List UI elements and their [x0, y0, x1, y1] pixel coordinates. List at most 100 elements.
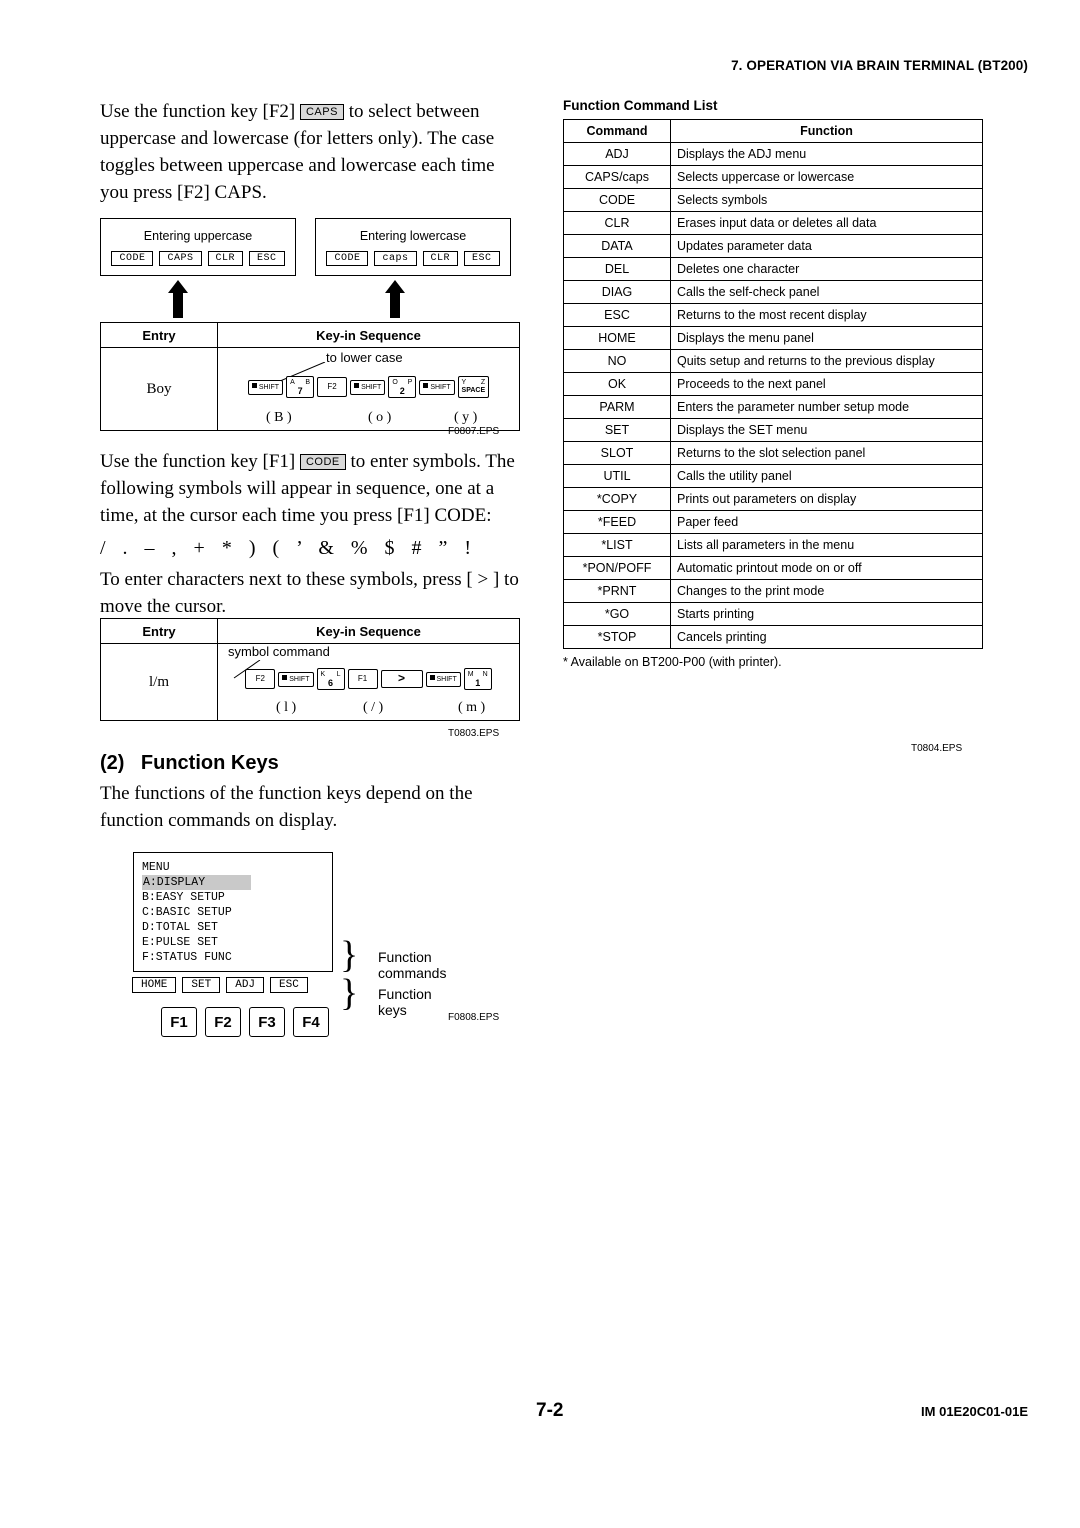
fcl-header-row: Command Function: [563, 119, 983, 143]
lcd-lowercase-title: Entering lowercase: [359, 229, 467, 243]
footnote-printer: * Available on BT200-P00 (with printer).: [563, 655, 782, 669]
label-function-keys: Function keys: [378, 986, 432, 1018]
key-shift-4: SHIFT: [278, 671, 314, 687]
fcl-func: Displays the menu panel: [670, 326, 983, 350]
lcd-lowercase-keys: CODE caps CLR ESC: [316, 251, 510, 266]
fcl-func: Returns to the most recent display: [670, 303, 983, 327]
document-id: IM 01E20C01-01E: [921, 1404, 1028, 1419]
label-function-commands: Function commands: [378, 949, 447, 981]
table-row: SET Displays the SET menu: [563, 418, 983, 442]
lcd-uppercase-title: Entering uppercase: [143, 229, 253, 243]
key-shift-1: SHIFT: [247, 379, 284, 395]
table-symbol-header-row: Entry Key-in Sequence: [100, 618, 520, 644]
section-number: (2): [100, 752, 125, 774]
fcl-func: Returns to the slot selection panel: [670, 441, 983, 465]
caps-key-inline: CAPS: [299, 104, 344, 120]
lcd-uppercase-keys: CODE CAPS CLR ESC: [101, 251, 295, 266]
letter-o: ( o ): [368, 410, 392, 425]
arrow-up-icon-right: [385, 280, 405, 318]
fcl-cmd: *LIST: [563, 533, 671, 557]
header-entry-2: Entry: [100, 618, 218, 644]
paragraph-code-text-a: Use the function key [F1]: [100, 451, 300, 472]
menu-item-display: A:DISPLAY: [142, 875, 332, 890]
caps-keyrow: SHIFT AB 7 F2 SHIFT OP 2 SHIFT Y Z SPACE: [218, 376, 519, 398]
table-row: *PON/POFF Automatic printout mode on or o…: [563, 556, 983, 580]
fcl-func: Deletes one character: [670, 257, 983, 281]
menu-title: MENU: [142, 861, 170, 874]
table-row: CAPS/caps Selects uppercase or lowercase: [563, 165, 983, 189]
fcl-func: Selects uppercase or lowercase: [670, 165, 983, 189]
lcd-key-clr: CLR: [207, 251, 244, 266]
fcl-cmd: *STOP: [563, 625, 671, 649]
eps-label-f0808: F0808.EPS: [448, 1012, 500, 1023]
table-row: SLOT Returns to the slot selection panel: [563, 441, 983, 465]
fcl-func: Quits setup and returns to the previous …: [670, 349, 983, 373]
arrow-up-icon-left: [168, 280, 188, 318]
fcl-cmd: UTIL: [563, 464, 671, 488]
table-row: *GO Starts printing: [563, 602, 983, 626]
function-command-adj: ADJ: [226, 977, 265, 993]
letter-y: ( y ): [454, 410, 478, 425]
figure-caps-entry: Entering uppercase CODE CAPS CLR ESC Ent…: [100, 218, 520, 437]
table-row: ADJ Displays the ADJ menu: [563, 142, 983, 166]
table-caps-row: Boy to lower case SHIFT AB 7 F2 SHIFT O …: [100, 347, 520, 431]
symbol-key-sequence-cell: symbol command F2 SHIFT KL 6 F1 > SHIFT …: [217, 643, 520, 721]
table-row: OK Proceeds to the next panel: [563, 372, 983, 396]
fcl-cmd: *COPY: [563, 487, 671, 511]
table-row: ESC Returns to the most recent display: [563, 303, 983, 327]
section-heading: (2) Function Keys: [100, 752, 279, 775]
key-f1: F1: [347, 669, 378, 689]
key-o-p-2: OP 2: [388, 376, 417, 398]
function-key-row: F1 F2 F3 F4: [161, 1007, 333, 1037]
lcd-key-caps: CAPS: [159, 251, 202, 266]
paragraph-caps: Use the function key [F2] CAPS to select…: [100, 98, 520, 206]
fcl-func: Displays the ADJ menu: [670, 142, 983, 166]
menu-item-easy-setup: B:EASY SETUP: [142, 891, 225, 904]
fcl-cmd: ADJ: [563, 142, 671, 166]
section-title: Function Keys: [140, 752, 279, 774]
fcl-func: Updates parameter data: [670, 234, 983, 258]
fcl-cmd: SET: [563, 418, 671, 442]
figure-menu: MENU A:DISPLAY B:EASY SETUP C:BASIC SETU…: [132, 852, 499, 1037]
eps-label-t0803: T0803.EPS: [448, 728, 500, 739]
table-row: CLR Erases input data or deletes all data: [563, 211, 983, 235]
brace-commands-icon: }: [340, 934, 359, 976]
lcd-lowercase: Entering lowercase CODE caps CLR ESC: [315, 218, 511, 276]
fcl-func: Calls the utility panel: [670, 464, 983, 488]
letter-slash: ( / ): [363, 700, 384, 715]
symbol-letters-row: ( l ) ( / ) ( m ): [218, 700, 519, 720]
brace-keys-icon: }: [340, 972, 359, 1014]
table-symbol-entry: Entry Key-in Sequence l/m symbol command…: [100, 618, 520, 721]
function-command-row: HOME SET ADJ ESC: [132, 977, 333, 993]
table-caps-header-row: Entry Key-in Sequence: [100, 322, 520, 348]
table-row: *COPY Prints out parameters on display: [563, 487, 983, 511]
key-shift-2: SHIFT: [350, 379, 386, 395]
table-row: PARM Enters the parameter number setup mo…: [563, 395, 983, 419]
key-y-z-space: YZ SPACE: [457, 376, 490, 398]
key-f2: F2: [317, 377, 348, 397]
fcl-func: Erases input data or deletes all data: [670, 211, 983, 235]
fcl-cmd: DEL: [563, 257, 671, 281]
fcl-cmd: CLR: [563, 211, 671, 235]
fcl-cmd: *PRNT: [563, 579, 671, 603]
fcl-func: Prints out parameters on display: [670, 487, 983, 511]
function-command-home: HOME: [132, 977, 177, 993]
fcl-func: Paper feed: [670, 510, 983, 534]
table-row: DEL Deletes one character: [563, 257, 983, 281]
note-to-lower-case: to lower case: [326, 350, 403, 365]
function-command-list-table: Command Function ADJ Displays the ADJ men…: [563, 119, 983, 649]
table-row: UTIL Calls the utility panel: [563, 464, 983, 488]
page: 7. OPERATION VIA BRAIN TERMINAL (BT200) …: [0, 0, 1080, 1528]
function-key-f1: F1: [161, 1007, 197, 1037]
fcl-func: Calls the self-check panel: [670, 280, 983, 304]
table-row: HOME Displays the menu panel: [563, 326, 983, 350]
table-row: DIAG Calls the self-check panel: [563, 280, 983, 304]
lcd-key-caps-lower: caps: [374, 251, 417, 266]
lcd-key-code-2: CODE: [326, 251, 369, 266]
fcl-cmd: CODE: [563, 188, 671, 212]
fcl-func: Displays the SET menu: [670, 418, 983, 442]
fcl-cmd: *FEED: [563, 510, 671, 534]
fcl-func: Automatic printout mode on or off: [670, 556, 983, 580]
function-command-set: SET: [182, 977, 221, 993]
lcd-key-clr-2: CLR: [422, 251, 459, 266]
